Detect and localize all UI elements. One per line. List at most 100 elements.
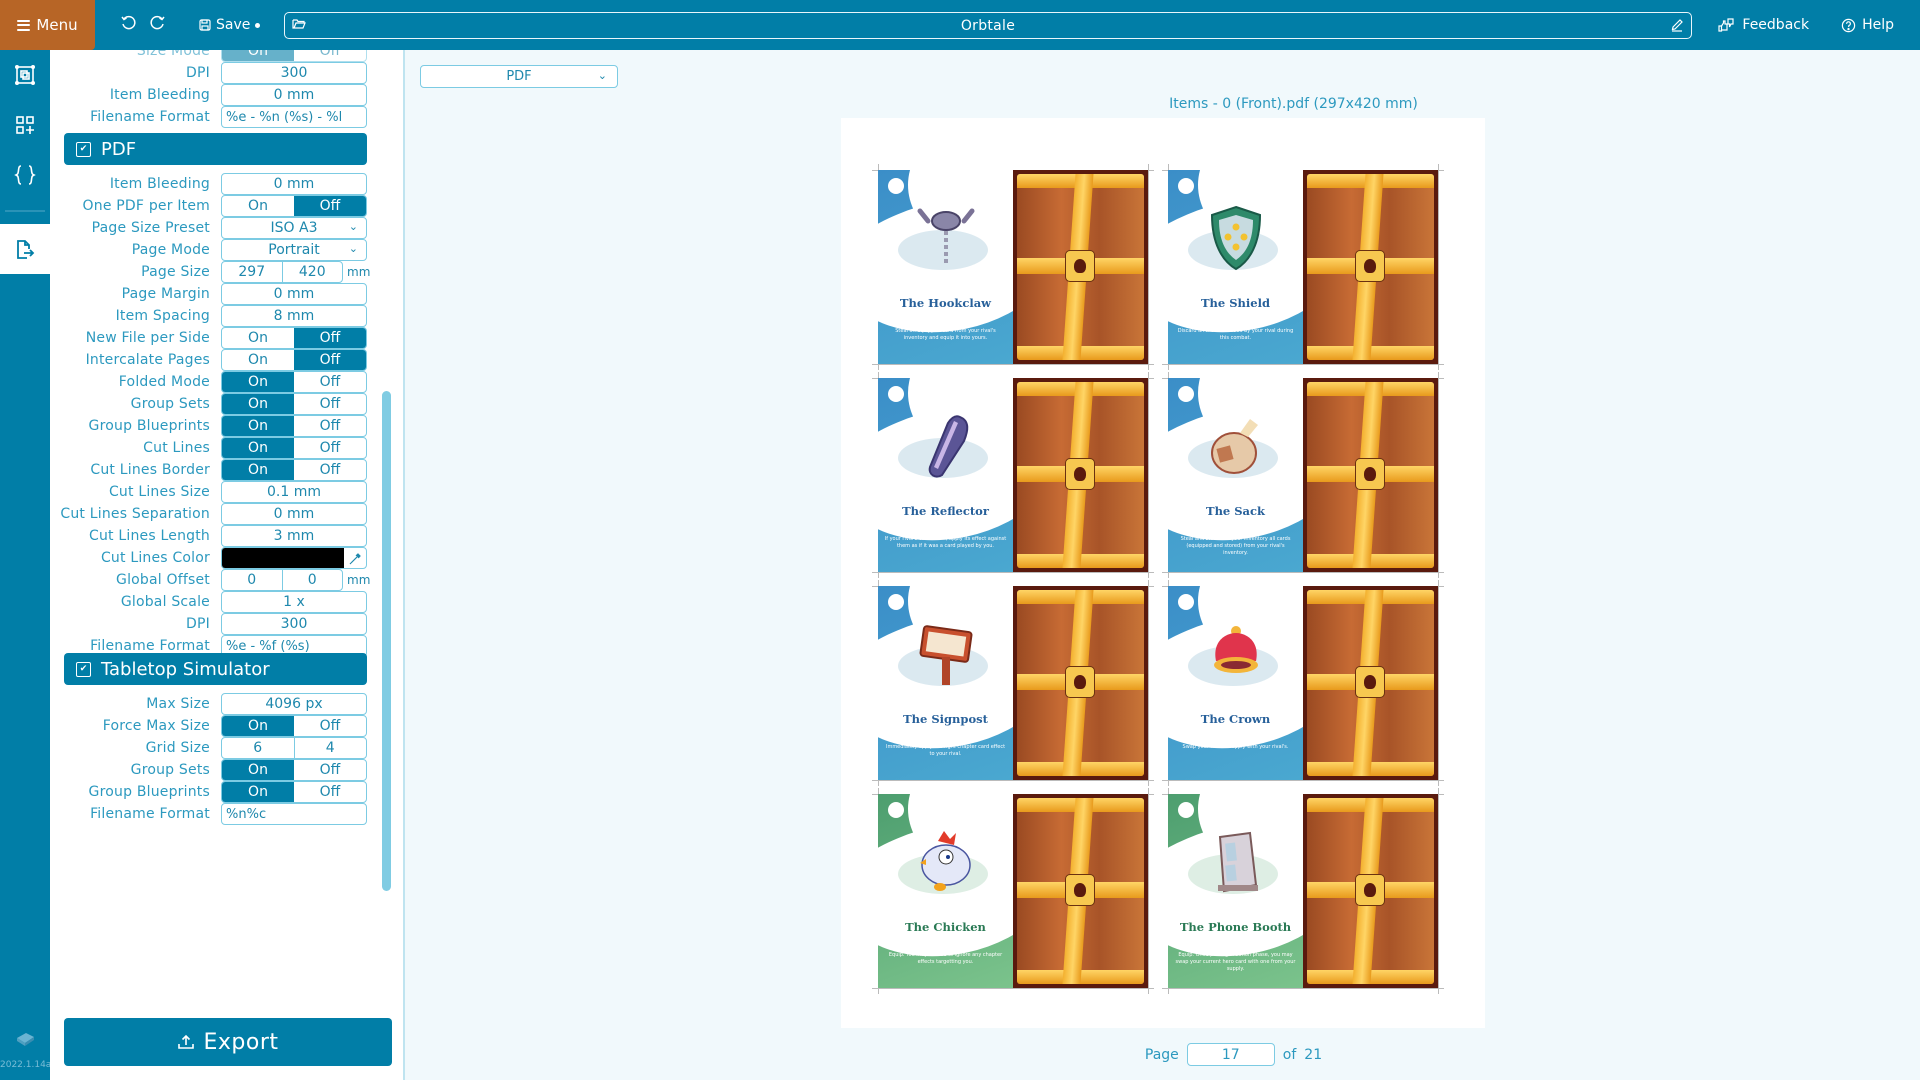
- toggle-off[interactable]: Off: [294, 372, 366, 392]
- image-bleeding-input[interactable]: 0 mm: [221, 84, 367, 106]
- color-swatch[interactable]: [222, 548, 344, 568]
- icon-rail: 2022.1.14a: [0, 50, 51, 1080]
- tts-section-header[interactable]: ✔ Tabletop Simulator: [64, 653, 367, 685]
- cut-lines-toggle[interactable]: On Off: [221, 437, 367, 459]
- grid-cols-input[interactable]: 6: [222, 738, 294, 758]
- toggle-off[interactable]: Off: [294, 782, 366, 802]
- toggle-on[interactable]: On: [222, 394, 294, 414]
- checkbox-checked-icon[interactable]: ✔: [76, 661, 91, 677]
- eyedropper-icon[interactable]: [344, 548, 366, 568]
- toggle-on[interactable]: On: [222, 328, 294, 348]
- tts-group-blueprints-toggle[interactable]: On Off: [221, 781, 367, 803]
- tts-max-size-input[interactable]: 4096 px: [221, 693, 367, 715]
- setting-label: Global Scale: [120, 594, 210, 610]
- image-filename-input[interactable]: %e - %n (%s) - %l: [221, 106, 367, 128]
- cut-line: [872, 988, 1154, 989]
- cut-lines-separation-input[interactable]: 0 mm: [221, 503, 367, 525]
- toggle-off[interactable]: Off: [294, 416, 366, 436]
- item-spacing-input[interactable]: 8 mm: [221, 305, 367, 327]
- hamburger-icon: [17, 19, 31, 31]
- toggle-on[interactable]: On: [222, 50, 294, 61]
- toggle-on[interactable]: On: [222, 760, 294, 780]
- unsaved-indicator: [255, 22, 261, 28]
- tts-group-sets-toggle[interactable]: On Off: [221, 759, 367, 781]
- toggle-on[interactable]: On: [222, 196, 294, 216]
- size-mode-toggle[interactable]: On Off: [221, 50, 367, 62]
- toggle-on[interactable]: On: [222, 460, 294, 480]
- offset-y-input[interactable]: 0: [281, 570, 343, 590]
- grid-rows-input[interactable]: 4: [293, 738, 367, 758]
- menu-button[interactable]: Menu: [0, 0, 95, 50]
- tts-filename-input[interactable]: %n%c: [221, 803, 367, 825]
- help-button[interactable]: Help: [1841, 17, 1894, 33]
- toggle-off[interactable]: Off: [294, 350, 366, 370]
- toggle-off[interactable]: Off: [294, 438, 366, 458]
- panel-scrollbar[interactable]: [382, 391, 391, 891]
- page-size-preset-select[interactable]: ISO A3 ⌄: [221, 217, 367, 239]
- group-sets-toggle[interactable]: On Off: [221, 393, 367, 415]
- redo-icon[interactable]: [143, 15, 173, 36]
- toggle-on[interactable]: On: [222, 782, 294, 802]
- setting-label: Group Blueprints: [88, 418, 210, 434]
- offset-x-input[interactable]: 0: [222, 570, 282, 590]
- page-mode-select[interactable]: Portrait ⌄: [221, 239, 367, 261]
- group-blueprints-toggle[interactable]: On Off: [221, 415, 367, 437]
- toggle-on[interactable]: On: [222, 350, 294, 370]
- cut-lines-length-input[interactable]: 3 mm: [221, 525, 367, 547]
- toggle-off[interactable]: Off: [294, 196, 366, 216]
- intercalate-toggle[interactable]: On Off: [221, 349, 367, 371]
- global-scale-input[interactable]: 1 x: [221, 591, 367, 613]
- new-file-toggle[interactable]: On Off: [221, 327, 367, 349]
- pdf-bleeding-input[interactable]: 0 mm: [221, 173, 367, 195]
- one-pdf-toggle[interactable]: On Off: [221, 195, 367, 217]
- feedback-button[interactable]: Feedback: [1718, 17, 1809, 33]
- cut-line: [872, 364, 1154, 365]
- export-button[interactable]: Export: [64, 1018, 392, 1066]
- setting-label: Item Bleeding: [109, 87, 210, 103]
- cut-line: [1148, 788, 1149, 994]
- of-label: of: [1282, 1046, 1297, 1063]
- cut-lines-color-field[interactable]: [221, 547, 367, 569]
- keyhole-icon: [1355, 666, 1385, 698]
- page-width-input[interactable]: 297: [222, 262, 282, 282]
- toggle-off[interactable]: Off: [294, 460, 366, 480]
- rail-item-layout[interactable]: [0, 50, 50, 100]
- signpost-icon: [906, 616, 986, 691]
- toggle-on[interactable]: On: [222, 416, 294, 436]
- folded-mode-toggle[interactable]: On Off: [221, 371, 367, 393]
- save-button[interactable]: Save: [199, 17, 261, 33]
- rail-item-export[interactable]: [0, 224, 50, 274]
- feedback-label: Feedback: [1742, 17, 1810, 33]
- card-type-icon: [1178, 178, 1194, 194]
- toggle-on[interactable]: On: [222, 716, 294, 736]
- frame-icon: [14, 64, 35, 85]
- page-number-input[interactable]: 17: [1186, 1043, 1275, 1066]
- toggle-off[interactable]: Off: [294, 716, 366, 736]
- undo-icon[interactable]: [113, 15, 143, 36]
- rail-item-components[interactable]: [0, 100, 50, 150]
- tts-force-max-toggle[interactable]: On Off: [221, 715, 367, 737]
- cut-line: [1162, 780, 1444, 781]
- toggle-off[interactable]: Off: [294, 50, 366, 61]
- toggle-off[interactable]: Off: [294, 394, 366, 414]
- rail-item-code[interactable]: [0, 150, 50, 200]
- card-type-icon: [888, 178, 904, 194]
- pdf-section-header[interactable]: ✔ PDF: [64, 133, 367, 165]
- project-title-field[interactable]: Orbtale: [284, 12, 1692, 39]
- toggle-on[interactable]: On: [222, 372, 294, 392]
- pencil-icon[interactable]: [1669, 16, 1685, 36]
- setting-tts-max-size: Max Size 4096 px: [50, 693, 403, 715]
- pdf-dpi-input[interactable]: 300: [221, 613, 367, 635]
- export-format-select[interactable]: PDF ⌄: [420, 65, 618, 88]
- checkbox-checked-icon[interactable]: ✔: [76, 141, 91, 157]
- page-margin-input[interactable]: 0 mm: [221, 283, 367, 305]
- toggle-on[interactable]: On: [222, 438, 294, 458]
- toggle-off[interactable]: Off: [294, 760, 366, 780]
- cut-lines-border-toggle[interactable]: On Off: [221, 459, 367, 481]
- folder-open-icon[interactable]: [291, 16, 307, 36]
- image-dpi-input[interactable]: 300: [221, 62, 367, 84]
- toggle-off[interactable]: Off: [294, 328, 366, 348]
- cut-lines-size-input[interactable]: 0.1 mm: [221, 481, 367, 503]
- card-back: [1303, 586, 1438, 780]
- page-height-input[interactable]: 420: [281, 262, 343, 282]
